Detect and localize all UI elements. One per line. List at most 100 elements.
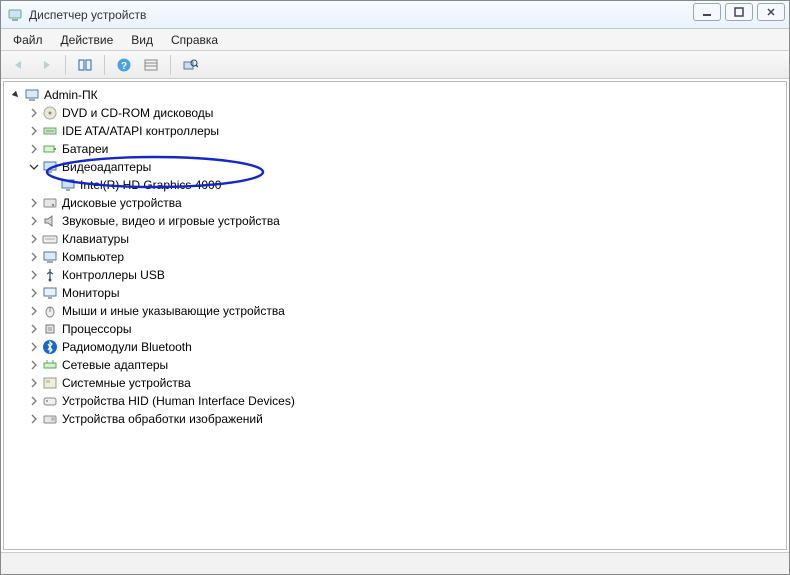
device-tree-panel[interactable]: Admin-ПК DVD и CD-ROM дисководыIDE ATA/A… (3, 81, 787, 550)
tree-root[interactable]: Admin-ПК DVD и CD-ROM дисководыIDE ATA/A… (10, 86, 786, 428)
system-icon (42, 375, 58, 391)
ide-icon (42, 123, 58, 139)
expand-icon[interactable] (28, 215, 40, 227)
bluetooth-icon (42, 339, 58, 355)
toolbar-separator (65, 55, 66, 75)
battery-icon (42, 141, 58, 157)
network-icon (42, 357, 58, 373)
imaging-icon (42, 411, 58, 427)
toolbar-separator (170, 55, 171, 75)
expand-icon[interactable] (28, 413, 40, 425)
computer-icon (24, 87, 40, 103)
category-label: Сетевые адаптеры (62, 356, 168, 374)
tree-category[interactable]: Сетевые адаптеры (28, 356, 786, 374)
disk-icon (42, 195, 58, 211)
svg-text:?: ? (121, 61, 127, 72)
category-label: Звуковые, видео и игровые устройства (62, 212, 280, 230)
minimize-button[interactable] (693, 3, 721, 21)
category-label: Устройства HID (Human Interface Devices) (62, 392, 295, 410)
tree-category[interactable]: Клавиатуры (28, 230, 786, 248)
menu-file[interactable]: Файл (5, 31, 51, 49)
window-title: Диспетчер устройств (29, 8, 783, 22)
tree-category[interactable]: Мониторы (28, 284, 786, 302)
tree-category[interactable]: ВидеоадаптерыIntel(R) HD Graphics 4000 (28, 158, 786, 194)
cpu-icon (42, 321, 58, 337)
expand-icon[interactable] (28, 143, 40, 155)
category-label: IDE ATA/ATAPI контроллеры (62, 122, 219, 140)
tree-category[interactable]: Звуковые, видео и игровые устройства (28, 212, 786, 230)
category-label: Дисковые устройства (62, 194, 182, 212)
mouse-icon (42, 303, 58, 319)
tree-category[interactable]: IDE ATA/ATAPI контроллеры (28, 122, 786, 140)
category-label: Мыши и иные указывающие устройства (62, 302, 285, 320)
properties-button[interactable] (139, 54, 163, 76)
monitor-icon (42, 285, 58, 301)
tree-category[interactable]: Системные устройства (28, 374, 786, 392)
category-label: Клавиатуры (62, 230, 129, 248)
expand-icon[interactable] (28, 251, 40, 263)
back-button[interactable] (7, 54, 31, 76)
menubar: Файл Действие Вид Справка (1, 29, 789, 51)
expand-icon[interactable] (28, 125, 40, 137)
category-label: Батареи (62, 140, 108, 158)
tree-category[interactable]: Мыши и иные указывающие устройства (28, 302, 786, 320)
window-controls (693, 3, 785, 21)
app-icon (7, 7, 23, 23)
expand-icon[interactable] (28, 233, 40, 245)
tree-category[interactable]: Дисковые устройства (28, 194, 786, 212)
display-icon (60, 177, 76, 193)
tree-category[interactable]: Компьютер (28, 248, 786, 266)
computer-icon (42, 249, 58, 265)
device-label: Intel(R) HD Graphics 4000 (80, 176, 221, 194)
expand-icon[interactable] (28, 341, 40, 353)
expand-icon[interactable] (28, 323, 40, 335)
help-button[interactable]: ? (112, 54, 136, 76)
device-manager-window: Диспетчер устройств Файл Действие Вид Сп… (0, 0, 790, 575)
close-button[interactable] (757, 3, 785, 21)
expand-icon[interactable] (28, 287, 40, 299)
maximize-button[interactable] (725, 3, 753, 21)
tree-category[interactable]: Устройства обработки изображений (28, 410, 786, 428)
expand-icon[interactable] (28, 269, 40, 281)
category-label: Видеоадаптеры (62, 158, 151, 176)
tree-category[interactable]: Контроллеры USB (28, 266, 786, 284)
tree-category[interactable]: Радиомодули Bluetooth (28, 338, 786, 356)
expand-icon[interactable] (28, 395, 40, 407)
expand-icon[interactable] (28, 359, 40, 371)
keyboard-icon (42, 231, 58, 247)
tree-category[interactable]: Устройства HID (Human Interface Devices) (28, 392, 786, 410)
expand-icon[interactable] (28, 197, 40, 209)
root-label: Admin-ПК (44, 86, 98, 104)
menu-help[interactable]: Справка (163, 31, 226, 49)
statusbar (1, 552, 789, 574)
category-label: Устройства обработки изображений (62, 410, 263, 428)
category-label: Системные устройства (62, 374, 191, 392)
scan-hardware-button[interactable] (178, 54, 202, 76)
display-icon (42, 159, 58, 175)
device-tree[interactable]: Admin-ПК DVD и CD-ROM дисководыIDE ATA/A… (4, 86, 786, 428)
tree-category[interactable]: DVD и CD-ROM дисководы (28, 104, 786, 122)
tree-device[interactable]: Intel(R) HD Graphics 4000 (46, 176, 786, 194)
tree-category[interactable]: Процессоры (28, 320, 786, 338)
collapse-icon[interactable] (10, 89, 22, 101)
expand-icon[interactable] (28, 107, 40, 119)
audio-icon (42, 213, 58, 229)
show-hide-console-button[interactable] (73, 54, 97, 76)
category-label: Радиомодули Bluetooth (62, 338, 192, 356)
hid-icon (42, 393, 58, 409)
usb-icon (42, 267, 58, 283)
menu-view[interactable]: Вид (123, 31, 161, 49)
menu-action[interactable]: Действие (53, 31, 122, 49)
collapse-icon[interactable] (28, 161, 40, 173)
toolbar: ? (1, 51, 789, 79)
forward-button[interactable] (34, 54, 58, 76)
category-label: Мониторы (62, 284, 119, 302)
toolbar-separator (104, 55, 105, 75)
category-label: Контроллеры USB (62, 266, 165, 284)
tree-category[interactable]: Батареи (28, 140, 786, 158)
expand-icon[interactable] (28, 305, 40, 317)
category-label: Процессоры (62, 320, 132, 338)
disc-icon (42, 105, 58, 121)
category-label: DVD и CD-ROM дисководы (62, 104, 213, 122)
expand-icon[interactable] (28, 377, 40, 389)
